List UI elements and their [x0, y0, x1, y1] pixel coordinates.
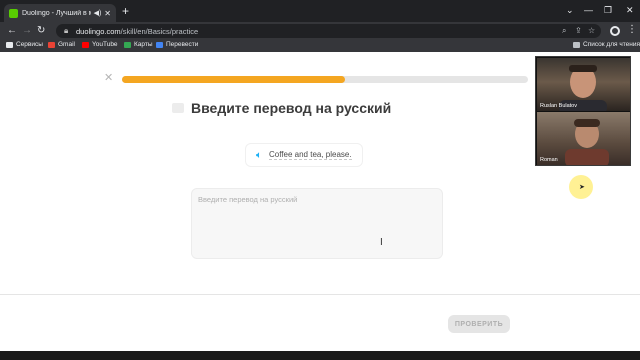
participant-name: Ruslan Bulatov	[540, 103, 577, 109]
bookmark-label: Gmail	[58, 41, 75, 48]
url-text[interactable]: duolingo.com/skill/en/Basics/practice	[76, 27, 198, 36]
prompt-bubble: 🔈︎ Coffee and tea, please.	[245, 143, 363, 167]
challenge-type-icon	[172, 103, 184, 113]
close-icon[interactable]: ✕	[104, 73, 113, 84]
url-host: duolingo.com	[76, 27, 121, 36]
bookmark-translate[interactable]: Перевести	[156, 41, 198, 48]
reading-list-icon	[573, 41, 580, 48]
bookmark-star-icon[interactable]: ☆	[588, 26, 595, 35]
address-bar[interactable]: 🔒︎ duolingo.com/skill/en/Basics/practice…	[56, 24, 601, 38]
bookmark-maps[interactable]: Карты	[124, 41, 153, 48]
speaker-icon[interactable]: 🔈︎	[256, 150, 262, 161]
profile-avatar-icon[interactable]	[610, 26, 620, 36]
maps-pin-icon	[124, 41, 131, 48]
share-icon[interactable]: ⇪	[575, 26, 582, 35]
apps-grid-icon	[6, 41, 13, 48]
video-tile[interactable]: Ruslan Bulatov	[537, 58, 630, 111]
tab-title: Duolingo - Лучший в мире	[22, 9, 91, 17]
text-cursor-icon: I	[380, 237, 383, 248]
window-close-icon[interactable]: ✕	[626, 5, 634, 15]
bookmarks-bar: Сервисы Gmail YouTube Карты Перевести Сп…	[0, 40, 640, 52]
bookmark-label: YouTube	[92, 41, 118, 48]
zoom-search-icon[interactable]: ⌕	[562, 26, 566, 36]
participant-name: Roman	[540, 157, 558, 163]
forward-arrow-icon[interactable]: →	[22, 25, 32, 37]
new-tab-plus-icon[interactable]: +	[122, 5, 129, 17]
bookmark-gmail[interactable]: Gmail	[48, 41, 75, 48]
back-arrow-icon[interactable]: ←	[7, 25, 17, 37]
youtube-icon	[82, 41, 89, 48]
bookmark-youtube[interactable]: YouTube	[82, 41, 118, 48]
reading-list-label: Список для чтения	[583, 41, 640, 48]
bookmark-label: Перевести	[166, 41, 199, 48]
bookmark-label: Сервисы	[16, 41, 43, 48]
restore-icon[interactable]: ❐	[604, 5, 612, 15]
gmail-icon	[48, 41, 55, 48]
bookmark-label: Карты	[134, 41, 153, 48]
tab-search-chevron-icon[interactable]: ⌄	[566, 5, 574, 15]
duolingo-favicon-icon	[9, 8, 18, 18]
mouse-pointer-icon: ➤	[579, 184, 585, 191]
bookmark-services[interactable]: Сервисы	[6, 41, 43, 48]
prompt-phrase[interactable]: Coffee and tea, please.	[269, 150, 352, 160]
browser-tab[interactable]: Duolingo - Лучший в мире ◀) ✕	[4, 4, 116, 22]
url-path: /skill/en/Basics/practice	[120, 27, 199, 36]
reload-icon[interactable]: ↻	[37, 25, 45, 37]
reading-list[interactable]: Список для чтения	[573, 41, 640, 48]
speaker-audio-icon[interactable]: ◀)	[94, 9, 102, 17]
menu-dots-icon[interactable]: ⋮	[627, 24, 637, 35]
tab-close-icon[interactable]: ✕	[104, 9, 111, 18]
progress-bar	[122, 76, 528, 83]
os-taskbar	[0, 351, 640, 360]
browser-toolbar: ← → ↻ 🔒︎ duolingo.com/skill/en/Basics/pr…	[0, 22, 640, 40]
footer-divider	[0, 294, 640, 295]
video-tile[interactable]: Roman	[537, 112, 630, 165]
challenge-heading: Введите перевод на русский	[191, 100, 392, 116]
translate-icon	[156, 41, 163, 48]
browser-titlebar: Duolingo - Лучший в мире ◀) ✕ + ⌄ — ❐ ✕	[0, 0, 640, 22]
answer-input[interactable]	[191, 188, 443, 259]
video-call-panel[interactable]: Ruslan Bulatov Roman	[535, 56, 631, 166]
progress-fill	[122, 76, 346, 83]
lock-icon[interactable]: 🔒︎	[64, 26, 68, 36]
check-button[interactable]: ПРОВЕРИТЬ	[448, 315, 510, 333]
minimize-icon[interactable]: —	[584, 5, 593, 15]
